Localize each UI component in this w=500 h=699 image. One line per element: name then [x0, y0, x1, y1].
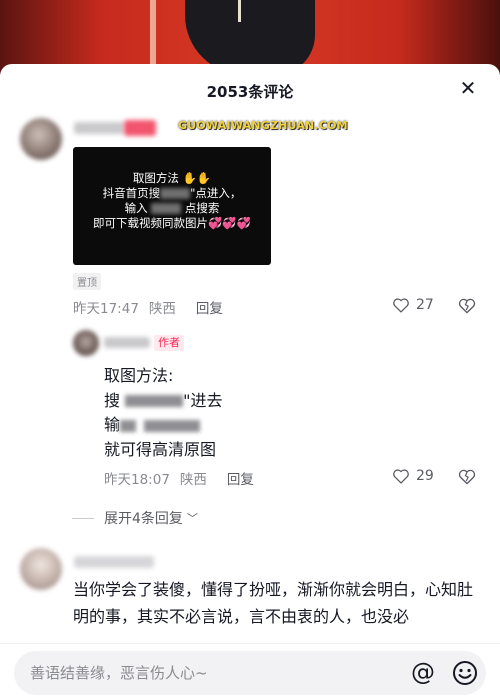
like-count: 27 [416, 297, 434, 313]
reply-button[interactable]: 回复 [196, 297, 223, 317]
reply-line: 取图方法: [104, 366, 174, 385]
expand-replies-label: 展开4条回复 [104, 511, 183, 527]
comment-location: 陕西 [148, 301, 176, 317]
emoji-icon[interactable] [452, 660, 478, 686]
comment-meta: 昨天17:47 陕西 回复 [73, 297, 223, 317]
username[interactable] [74, 122, 124, 134]
like-button[interactable]: 29 [392, 468, 434, 484]
like-button[interactable]: 27 [392, 297, 434, 313]
heart-icon [393, 469, 409, 484]
comment-input[interactable] [30, 651, 390, 695]
reply-line: 就可得高清原图 [104, 439, 217, 459]
username[interactable] [74, 556, 154, 568]
close-icon[interactable]: ✕ [458, 78, 478, 98]
user-badge [124, 120, 156, 136]
comment-text: 当你学会了装傻，懂得了扮哑，渐渐你就会明白，心知肚明的事，其实不必言说，言不由衷… [73, 580, 474, 626]
reply-line: 搜 "进去 [104, 390, 223, 410]
reply-username[interactable] [104, 337, 150, 348]
reply-text: 取图方法: 搜 "进去 输 就可得高清原图 [104, 364, 222, 462]
image-text-line: 即可下载视频同款图片💞💞💞 [93, 216, 251, 230]
heart-emoji-icon: 💞💞💞 [208, 216, 251, 230]
reply-avatar[interactable] [73, 330, 99, 356]
reply-button[interactable]: 回复 [227, 468, 254, 488]
pinned-tag: 置顶 [73, 273, 101, 290]
comment-input-pill: @ [14, 651, 486, 695]
reply-line: 输 [104, 413, 222, 438]
author-tag: 作者 [154, 335, 184, 351]
divider [72, 517, 94, 519]
comment-time: 昨天17:47 [73, 301, 139, 317]
heart-icon [393, 298, 409, 313]
emoji-icon: ✋✋ [182, 171, 212, 185]
image-text-line: 输入 点搜索 [124, 201, 220, 215]
watermark: GUOWAIWANGZHUAN.COM [178, 119, 348, 132]
mention-icon[interactable]: @ [409, 659, 437, 687]
comment-input-bar: @ [0, 643, 500, 699]
like-count: 29 [416, 468, 434, 484]
avatar[interactable] [20, 118, 62, 160]
comments-sheet: 2053条评论 ✕ GUOWAIWANGZHUAN.COM 取图方法 ✋✋ 抖音… [0, 64, 500, 699]
reply-location: 陕西 [179, 472, 207, 488]
broken-heart-icon[interactable] [458, 297, 476, 314]
comment-image[interactable]: 取图方法 ✋✋ 抖音首页搜 "点进入， 输入 点搜索 即可下载视频同款图片💞💞💞 [73, 147, 271, 265]
chevron-down-icon: ﹀ [186, 512, 198, 525]
expand-replies-button[interactable]: 展开4条回复 ﹀ [72, 508, 198, 528]
video-frame-detail [238, 0, 241, 22]
reply-time: 昨天18:07 [104, 472, 170, 488]
image-text-line: 抖音首页搜 "点进入， [102, 186, 242, 200]
comment-count-title: 2053条评论 [206, 82, 294, 101]
image-text-line: 取图方法 ✋✋ [132, 171, 212, 185]
broken-heart-icon[interactable] [458, 468, 476, 485]
avatar[interactable] [20, 548, 62, 590]
sheet-header: 2053条评论 ✕ [0, 64, 500, 118]
reply-meta: 昨天18:07 陕西 回复 [104, 468, 254, 488]
